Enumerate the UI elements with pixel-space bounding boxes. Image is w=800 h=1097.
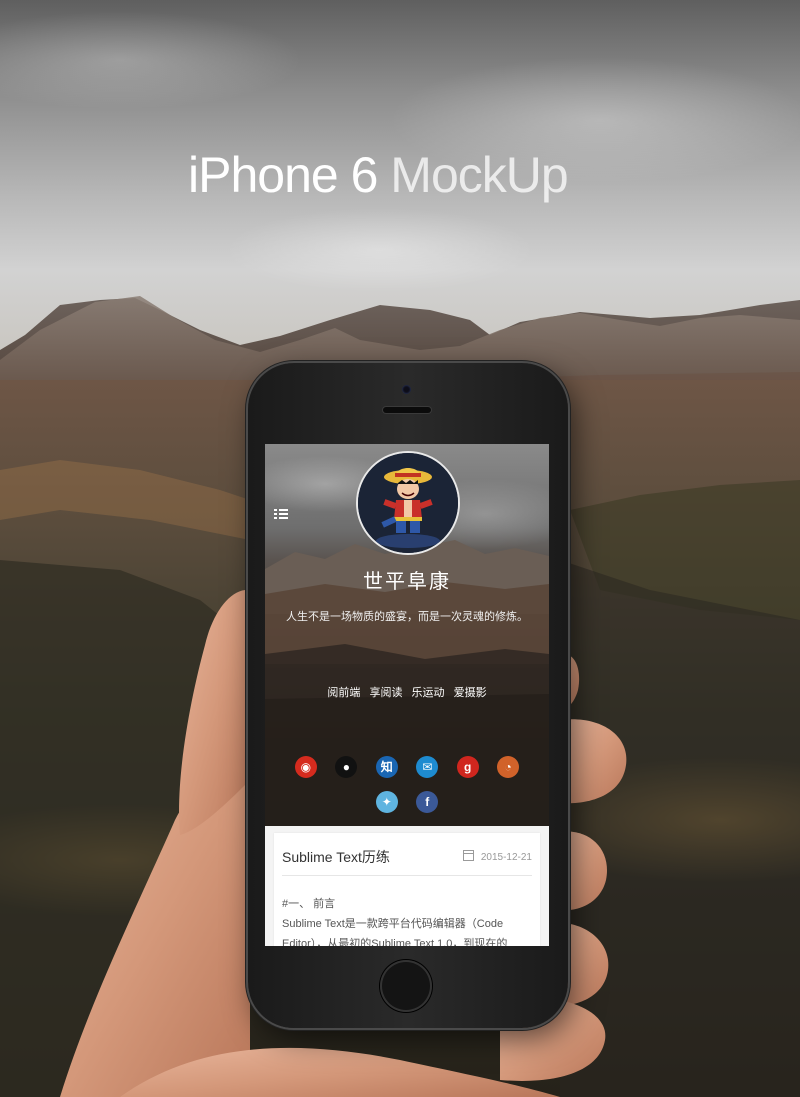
twitter-icon[interactable]: ✦	[375, 791, 398, 813]
post-divider	[282, 875, 532, 876]
social-links-row-2: ✦ f	[265, 791, 549, 813]
post-card: Sublime Text历练 2015-12-21 #一、 前言 Sublime…	[274, 833, 540, 946]
site-motto: 人生不是一场物质的盛宴，而是一次灵魂的修炼。	[286, 611, 528, 623]
nav-link-reading[interactable]: 享阅读	[369, 687, 402, 699]
post-excerpt: #一、 前言 Sublime Text是一款跨平台代码编辑器（Code Edit…	[282, 894, 532, 946]
post-line: Editor），从最初的Sublime Text 1.0，到现在的	[282, 938, 508, 946]
weibo-icon[interactable]: ◉	[294, 756, 317, 778]
post-date-wrap: 2015-12-21	[462, 850, 532, 863]
post-line: #一、 前言	[282, 898, 336, 910]
list-icon[interactable]	[274, 507, 288, 519]
post-line: Sublime Text是一款跨平台代码编辑器（Code	[282, 918, 504, 930]
category-nav: 阅前端 享阅读 乐运动 爱摄影	[265, 684, 549, 700]
site-name: 世平阜康	[363, 569, 451, 593]
cartoon-pirate-avatar[interactable]	[356, 451, 460, 555]
iphone-device: 世平阜康 人生不是一场物质的盛宴，而是一次灵魂的修炼。 阅前端 享阅读 乐运动 …	[248, 363, 568, 1028]
social-links-row-1: ◉ ● 知 ✉ g ◔	[265, 756, 549, 778]
home-button[interactable]	[380, 960, 432, 1012]
earpiece-speaker	[383, 407, 431, 413]
calendar-icon	[462, 850, 474, 861]
blog-header: 世平阜康 人生不是一场物质的盛宴，而是一次灵魂的修炼。 阅前端 享阅读 乐运动 …	[265, 444, 549, 826]
nav-link-sports[interactable]: 乐运动	[412, 687, 445, 699]
post-date: 2015-12-21	[480, 852, 532, 863]
nav-link-photography[interactable]: 爱摄影	[454, 687, 487, 699]
post-title[interactable]: Sublime Text历练	[282, 847, 390, 867]
mail-icon[interactable]: ✉	[416, 756, 439, 778]
rss-icon[interactable]: ◔	[497, 756, 520, 778]
google-plus-icon[interactable]: g	[456, 756, 479, 778]
zhihu-icon[interactable]: 知	[375, 756, 398, 778]
front-camera	[402, 385, 411, 394]
github-icon[interactable]: ●	[335, 756, 358, 778]
phone-screen: 世平阜康 人生不是一场物质的盛宴，而是一次灵魂的修炼。 阅前端 享阅读 乐运动 …	[265, 444, 549, 946]
facebook-icon[interactable]: f	[416, 791, 439, 813]
nav-link-frontend[interactable]: 阅前端	[327, 687, 360, 699]
